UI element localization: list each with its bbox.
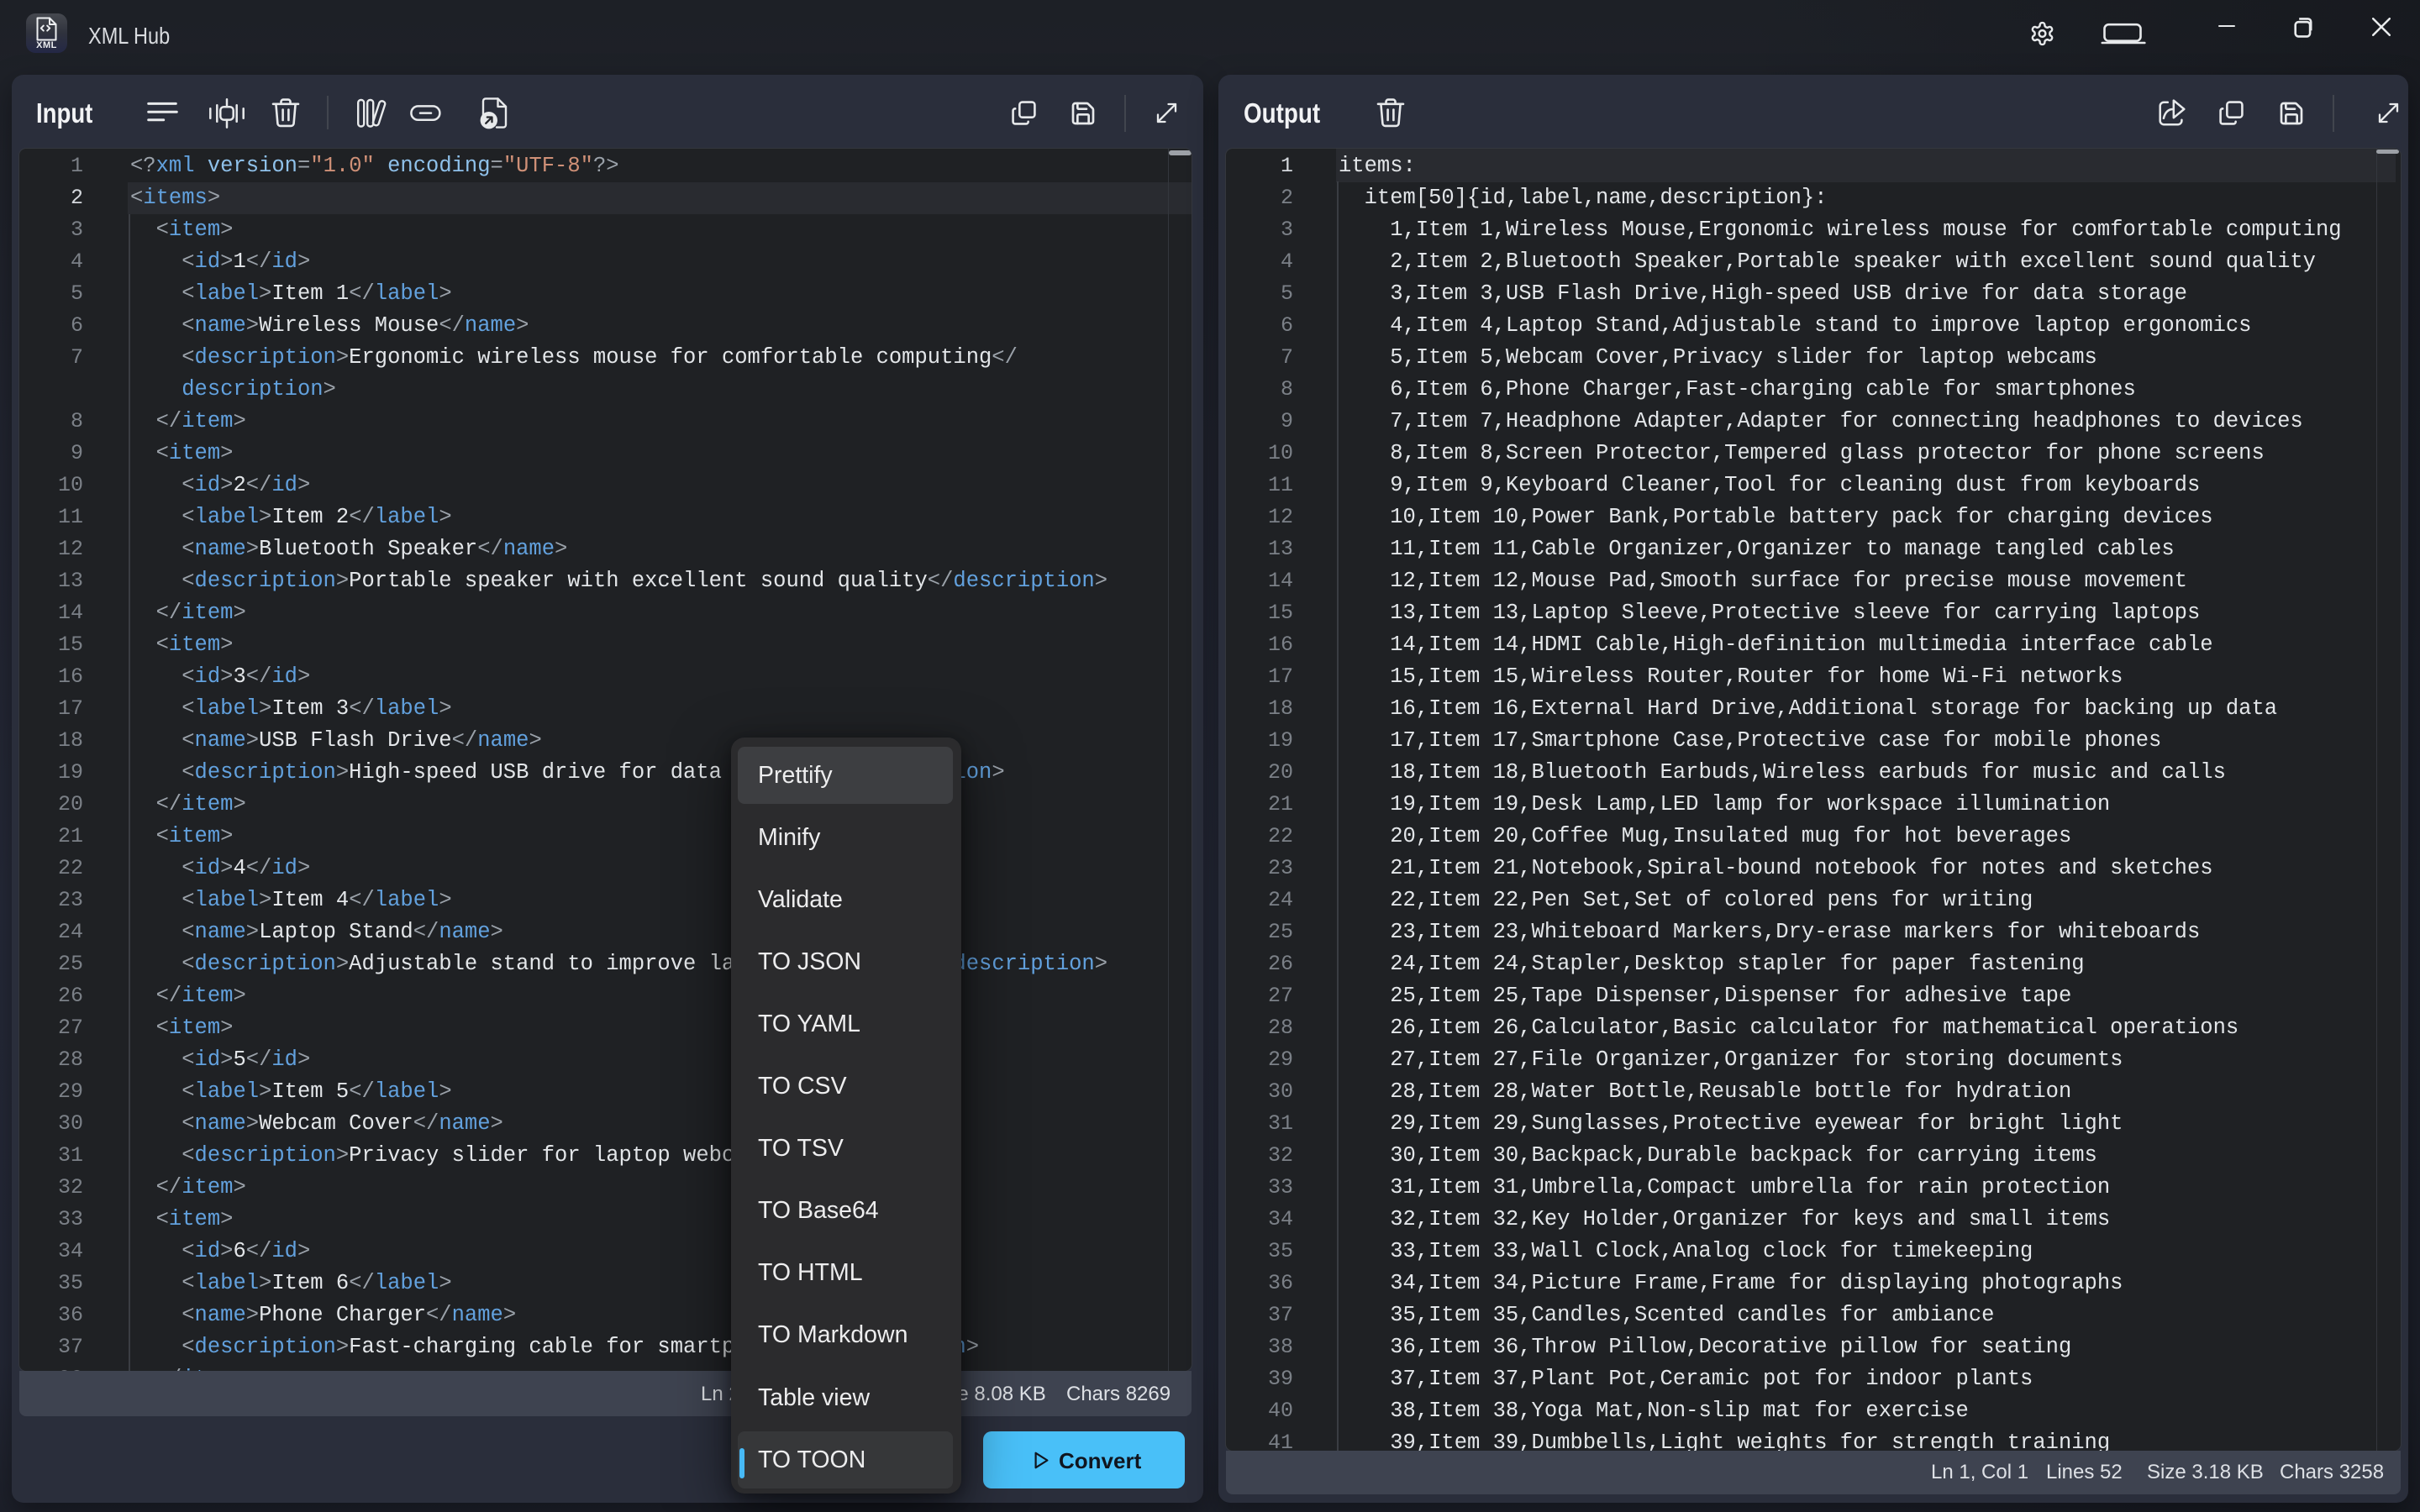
- svg-text:XML: XML: [36, 40, 57, 50]
